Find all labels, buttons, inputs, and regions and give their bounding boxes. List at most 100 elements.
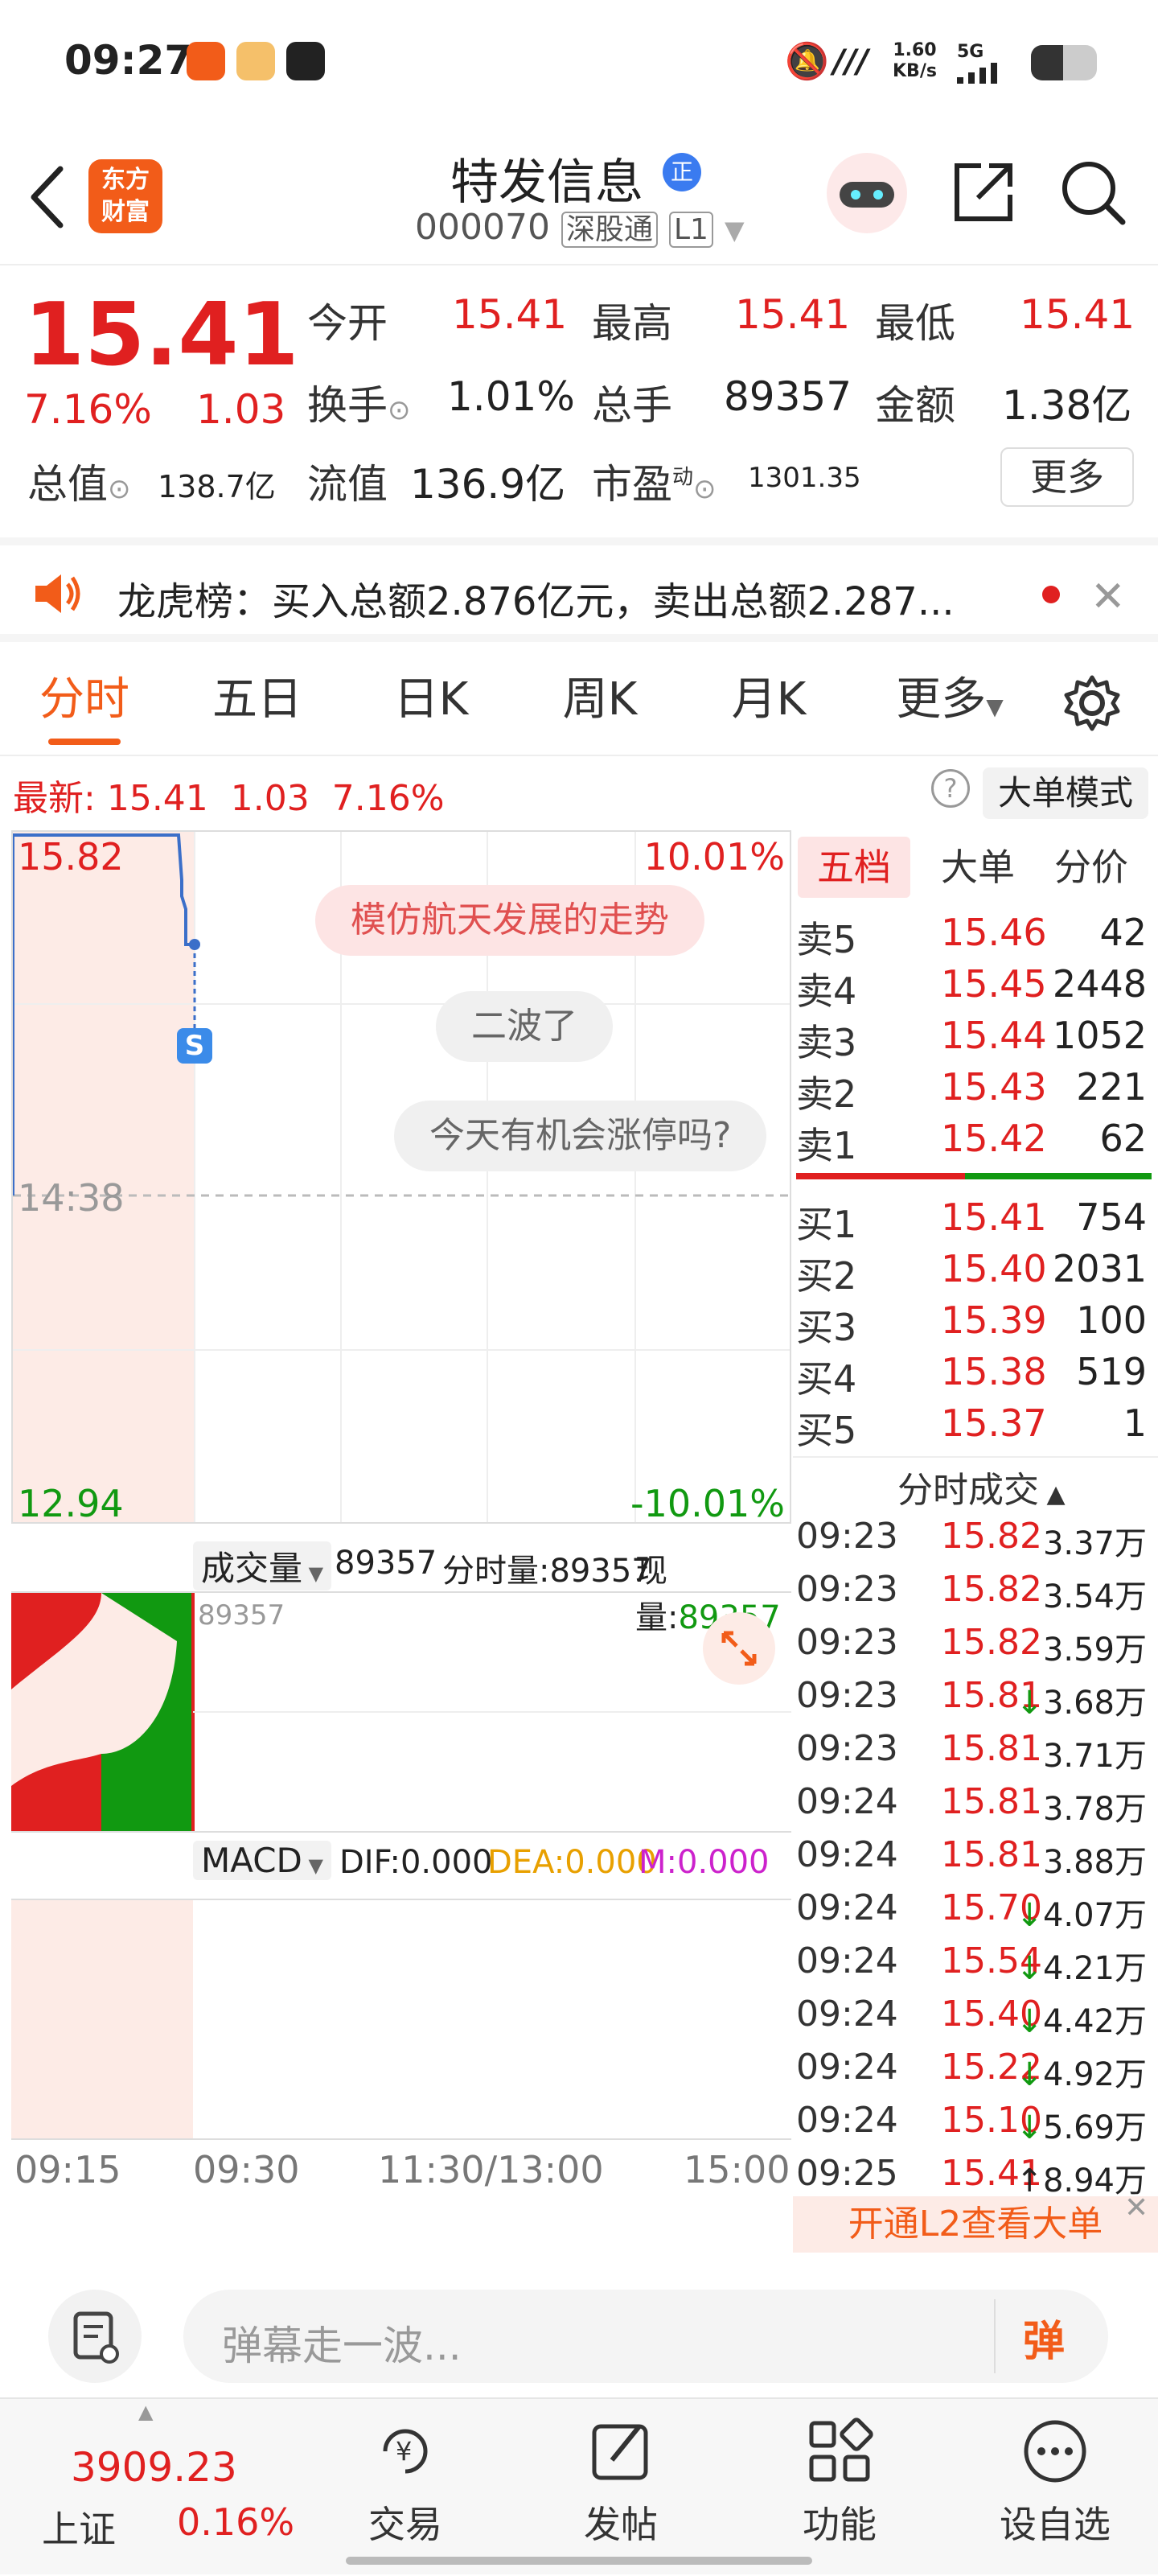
net-speed: 1.60 KB/s xyxy=(893,40,937,81)
network-icon: /// xyxy=(833,43,868,80)
bid-row: 买1 15.41 754 xyxy=(796,1195,1147,1246)
tab-big-orders[interactable]: 大单 xyxy=(930,837,1026,898)
notice-bar[interactable]: 龙虎榜：买入总额2.876亿元，卖出总额2.287... ✕ xyxy=(0,537,1158,642)
bid-row: 买2 15.40 2031 xyxy=(796,1247,1147,1298)
pe-label: 市盈动⊙ xyxy=(592,461,717,508)
stock-name: 特发信息 xyxy=(450,154,643,211)
tick-list-header[interactable]: 分时成交 ▲ xyxy=(897,1461,1066,1512)
verified-icon: 正 xyxy=(663,153,701,191)
intraday-chart-area: 最新: 15.41 1.03 7.16% ? 大单模式 15.82 10.01%… xyxy=(0,756,1158,2253)
tab-five-day[interactable]: 五日 xyxy=(193,644,322,756)
down-arrow-icon: ↓ xyxy=(1016,1897,1043,1934)
tick-row: 09:24 15.10 ↓5.69万 xyxy=(796,2100,1147,2146)
macd-dif: DIF:0.000 xyxy=(339,1844,493,1881)
open-value: 15.41 xyxy=(452,291,568,338)
time-tick: 11:30/13:00 xyxy=(378,2148,604,2191)
tick-row: 09:23 15.82 3.59万 xyxy=(796,1622,1147,1669)
index-percent: 0.16% xyxy=(177,2500,295,2544)
low-label: 最低 xyxy=(875,300,955,347)
last-price: 15.41 xyxy=(24,285,299,385)
tick-row: 09:24 15.70 ↓4.07万 xyxy=(796,1887,1147,1934)
pe-value: 1301.35 xyxy=(748,462,861,494)
nav-trade[interactable]: ¥ 交易 xyxy=(325,2415,486,2549)
time-axis: 09:15 09:30 11:30/13:00 15:00 xyxy=(11,2148,791,2196)
status-time: 09:27 xyxy=(64,37,193,84)
svg-text:¥: ¥ xyxy=(396,2436,412,2467)
float-label: 流值 xyxy=(307,461,388,508)
high-value: 15.41 xyxy=(735,291,851,338)
tick-row: 09:23 15.82 3.54万 xyxy=(796,1569,1147,1615)
down-arrow-icon: ↓ xyxy=(1016,1950,1043,1987)
amount-value: 1.38亿 xyxy=(1002,382,1132,429)
latest-info: 最新: 15.41 1.03 7.16% xyxy=(13,778,445,819)
mktcap-value: 138.7亿 xyxy=(158,469,276,504)
price-chart[interactable]: 15.82 10.01% 14:38 12.94 -10.01% S 模仿航天发… xyxy=(11,830,791,1525)
ask-row: 卖2 15.43 221 xyxy=(796,1065,1147,1116)
axis-bottom-price: 12.94 xyxy=(18,1482,124,1525)
l2-upgrade-banner[interactable]: 开通L2查看大单 xyxy=(793,2196,1158,2253)
turnover-value: 1.01% xyxy=(447,373,575,420)
nav-set-favorite[interactable]: 设自选 xyxy=(975,2415,1135,2549)
ask-row: 卖4 15.45 2448 xyxy=(796,962,1147,1013)
settings-icon[interactable] xyxy=(1062,673,1123,734)
notice-text: 龙虎榜：买入总额2.876亿元，卖出总额2.287... xyxy=(117,579,955,624)
brand-logo[interactable]: 东方 财富 xyxy=(88,159,162,233)
volume-indicator-select[interactable]: 成交量 ▼ xyxy=(193,1541,332,1590)
volume-chart[interactable]: 89357 xyxy=(11,1591,791,1833)
index-ticker[interactable]: ▲ 3909.23 上证 0.16% xyxy=(0,2399,298,2576)
chevron-down-icon: ▼ xyxy=(302,1562,324,1585)
big-order-mode-button[interactable]: 大单模式 xyxy=(983,767,1148,819)
bid-ratio-bar xyxy=(965,1173,1152,1179)
quote-panel: 15.41 7.16% 1.03 今开 15.41 最高 15.41 最低 15… xyxy=(0,265,1158,531)
search-icon[interactable] xyxy=(1058,158,1127,227)
stock-code: 000070 深股通 L1 ▼ xyxy=(415,207,745,248)
tick-row: 09:24 15.81 3.78万 xyxy=(796,1781,1147,1828)
macd-indicator-select[interactable]: MACD ▼ xyxy=(193,1841,331,1880)
macd-header: MACD ▼ DIF:0.000 DEA:0.000 M:0.000 xyxy=(11,1837,791,1891)
axis-top-percent: 10.01% xyxy=(643,835,785,879)
back-icon[interactable] xyxy=(24,161,72,233)
robot-assistant-icon[interactable] xyxy=(827,153,907,233)
more-button[interactable]: 更多 xyxy=(1000,447,1134,507)
nav-functions[interactable]: 功能 xyxy=(759,2415,920,2549)
danmaku-settings-icon[interactable] xyxy=(48,2290,142,2383)
macd-chart[interactable] xyxy=(11,1899,791,2140)
down-arrow-icon: ↓ xyxy=(1016,2056,1043,2093)
nav-post[interactable]: 发帖 xyxy=(540,2415,701,2549)
close-icon[interactable]: ✕ xyxy=(1124,2191,1148,2224)
mute-icon: 🔕 xyxy=(785,41,829,82)
axis-top-price: 15.82 xyxy=(18,835,124,879)
time-tick: 15:00 xyxy=(684,2148,790,2191)
sell-marker-icon[interactable]: S xyxy=(177,1028,212,1064)
amount-label: 金额 xyxy=(875,382,955,429)
orderbook-tabs: 五档 大单 分价 xyxy=(793,830,1158,907)
macd-dea: DEA:0.000 xyxy=(487,1844,657,1881)
tick-row: 09:23 15.81 ↓3.68万 xyxy=(796,1675,1147,1722)
chevron-down-icon: ▼ xyxy=(986,693,1004,720)
danmaku-send-button[interactable]: 弹 xyxy=(1023,2307,1065,2368)
danmaku-input[interactable]: 弹幕走一波... 弹 xyxy=(183,2290,1108,2383)
mktcap-label: 总值⊙ xyxy=(27,461,131,508)
tab-five-levels[interactable]: 五档 xyxy=(798,837,910,898)
tab-more[interactable]: 更多▼ xyxy=(881,644,1018,756)
expand-icon[interactable] xyxy=(703,1612,775,1685)
open-label: 今开 xyxy=(307,300,388,347)
tab-week-k[interactable]: 周K xyxy=(536,644,664,756)
unread-dot xyxy=(1042,586,1060,603)
tab-month-k[interactable]: 月K xyxy=(704,644,833,756)
chevron-down-icon: ▼ xyxy=(724,215,745,245)
tab-price-distribution[interactable]: 分价 xyxy=(1039,837,1144,898)
close-icon[interactable]: ✕ xyxy=(1090,573,1126,621)
down-arrow-icon: ↓ xyxy=(1016,2003,1043,2040)
danmaku-placeholder: 弹幕走一波... xyxy=(222,2323,462,2369)
volume-header: 成交量 ▼ 89357 分时量:89357 现量:89357 xyxy=(11,1538,791,1636)
index-name: 上证 xyxy=(42,2508,116,2551)
volume-axis-label: 89357 xyxy=(198,1599,285,1632)
down-arrow-icon: ↓ xyxy=(1016,1685,1043,1722)
macd-m: M:0.000 xyxy=(639,1844,770,1881)
sort-up-icon: ▲ xyxy=(1039,1480,1066,1508)
low-value: 15.41 xyxy=(1020,291,1135,338)
help-icon[interactable]: ? xyxy=(931,769,970,808)
tab-day-k[interactable]: 日K xyxy=(367,644,495,756)
share-icon[interactable] xyxy=(949,158,1018,227)
